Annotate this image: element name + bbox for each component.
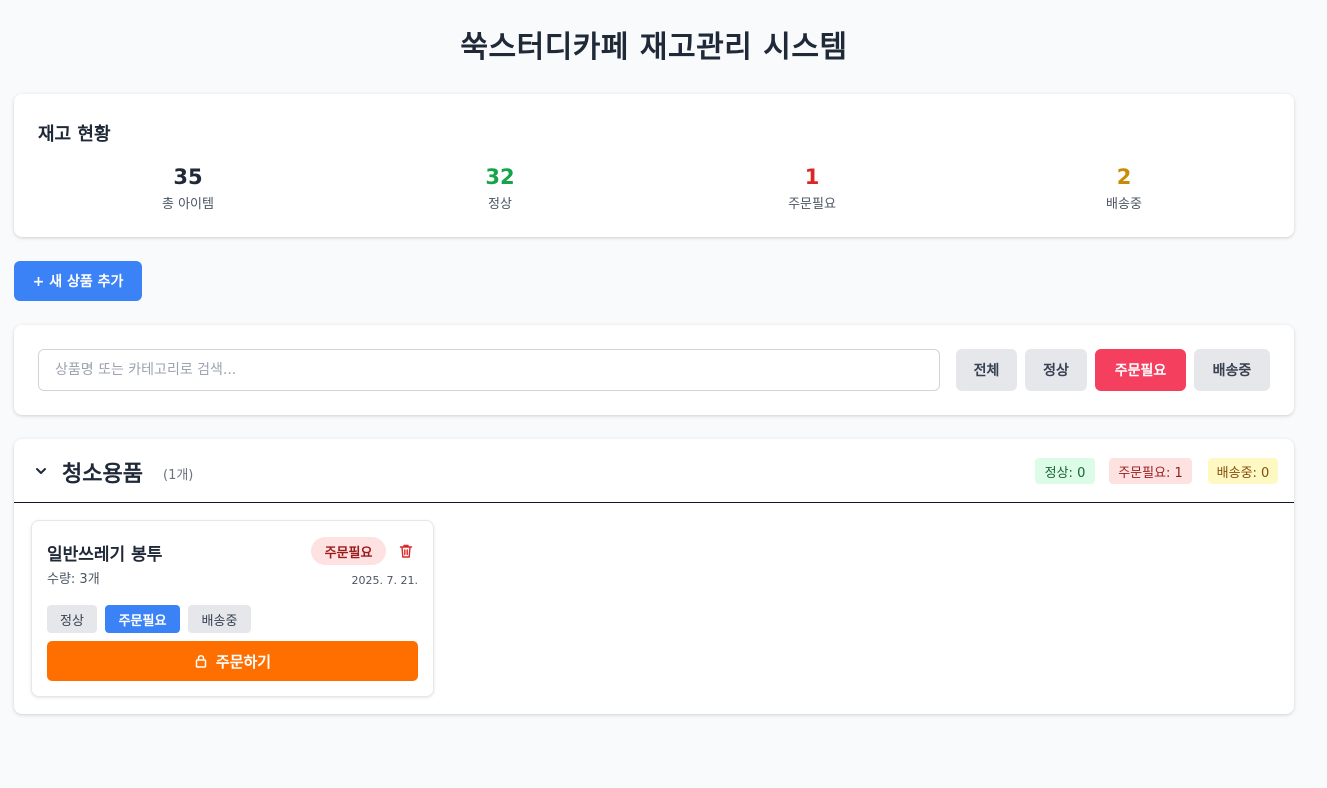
stat-total-label: 총 아이템	[162, 197, 214, 212]
stat-shipping-value: 2	[1116, 165, 1132, 189]
stat-order-needed-value: 1	[804, 165, 820, 189]
category-normal-badge: 정상: 0	[1035, 458, 1095, 484]
search-filter-bar: 전체 정상 주문필요 배송중	[14, 325, 1294, 415]
add-product-button[interactable]: + 새 상품 추가	[14, 261, 142, 301]
stat-normal-label: 정상	[488, 197, 512, 212]
page-title: 쑥스터디카페 재고관리 시스템	[460, 30, 848, 65]
filter-all-button[interactable]: 전체	[956, 349, 1017, 391]
filter-shipping-button[interactable]: 배송중	[1194, 349, 1270, 391]
order-button-label: 주문하기	[215, 652, 272, 671]
stat-total: 35 총 아이템	[32, 164, 344, 212]
stat-normal: 32 정상	[344, 164, 656, 212]
product-quantity: 수량: 3개	[47, 572, 100, 587]
stat-normal-value: 32	[485, 165, 515, 189]
category-name: 청소용품	[62, 462, 143, 487]
category-item-count: (1개)	[163, 468, 194, 483]
stat-order-needed-label: 주문필요	[788, 197, 836, 212]
status-normal-button[interactable]: 정상	[47, 605, 97, 633]
product-name: 일반쓰레기 봉투	[47, 545, 163, 565]
inventory-page: 쑥스터디카페 재고관리 시스템 재고 현황 35 총 아이템 32 정상 1 주…	[0, 0, 1327, 788]
order-button[interactable]: 주문하기	[47, 641, 418, 681]
category-header[interactable]: 청소용품 (1개) 정상: 0 주문필요: 1 배송중: 0	[14, 439, 1294, 503]
lock-icon	[195, 654, 207, 668]
stat-shipping: 2 배송중	[968, 164, 1280, 212]
inventory-summary-card: 재고 현황 35 총 아이템 32 정상 1 주문필요 2 배송중	[14, 94, 1294, 237]
category-order-needed-badge: 주문필요: 1	[1109, 458, 1192, 484]
filter-order-needed-button[interactable]: 주문필요	[1095, 349, 1186, 391]
summary-stats: 35 총 아이템 32 정상 1 주문필요 2 배송중	[32, 164, 1280, 212]
product-date: 2025. 7. 21.	[351, 574, 418, 587]
stat-shipping-label: 배송중	[1106, 197, 1142, 212]
summary-title: 재고 현황	[38, 124, 111, 145]
chevron-down-icon[interactable]	[34, 464, 48, 478]
status-order-needed-button[interactable]: 주문필요	[105, 605, 180, 633]
stat-total-value: 35	[173, 165, 203, 189]
trash-icon[interactable]	[398, 543, 414, 559]
category-shipping-badge: 배송중: 0	[1208, 458, 1278, 484]
filter-normal-button[interactable]: 정상	[1025, 349, 1087, 391]
category-section: 청소용품 (1개) 정상: 0 주문필요: 1 배송중: 0 일반쓰레기 봉투 …	[14, 439, 1294, 714]
product-card: 일반쓰레기 봉투 수량: 3개 주문필요 2025. 7. 21. 정상 주문필…	[31, 520, 434, 697]
stat-order-needed: 1 주문필요	[656, 164, 968, 212]
search-input[interactable]	[38, 349, 940, 391]
status-shipping-button[interactable]: 배송중	[188, 605, 251, 633]
product-status-badge: 주문필요	[311, 537, 386, 565]
